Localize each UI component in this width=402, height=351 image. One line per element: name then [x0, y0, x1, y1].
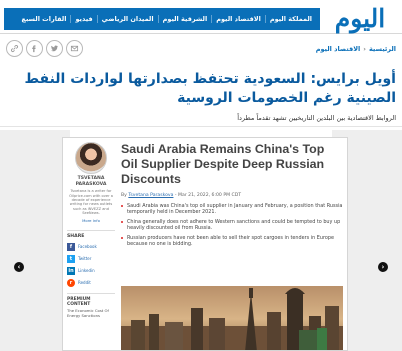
breadcrumb-economy[interactable]: الاقتصاد اليوم [316, 45, 361, 53]
twitter-square-icon: t [67, 254, 75, 263]
twitter-icon[interactable] [46, 40, 63, 57]
author-bio: Tsvetana is a writer for Oilprice.com wi… [69, 189, 113, 216]
article-subheadline: الروابط الاقتصادية بين البلدين التاريخيي… [237, 114, 396, 122]
premium-item: The Economic Cost Of Energy Sanctions [67, 308, 109, 319]
key-point: Saudi Arabia was China's top oil supplie… [121, 203, 343, 216]
premium-content-heading: PREMIUM CONTENT [67, 292, 115, 308]
nav-item-continents[interactable]: القارات السبع [18, 15, 71, 23]
logo-text: اليوم [334, 3, 387, 33]
site-logo[interactable]: اليوم [322, 3, 398, 33]
facebook-icon[interactable] [26, 40, 43, 57]
share-twitter-label: Twitter [78, 256, 92, 262]
share-facebook-label: Facebook [78, 244, 97, 250]
nav-item-economy[interactable]: الاقتصاد اليوم [211, 15, 265, 23]
article-screenshot-image: TSVETANA PARASKOVA Tsvetana is a writer … [62, 137, 348, 351]
meta-author: Tsvetana Paraskova [128, 193, 174, 198]
share-facebook: f Facebook [67, 242, 115, 251]
meta-by: By [121, 193, 127, 198]
article-headline: أويل برايس: السعودية تحتفظ بصدارتها لوار… [24, 71, 397, 106]
reddit-icon: r [67, 278, 75, 287]
facebook-square-icon: f [67, 242, 75, 251]
carousel-left-backdrop [0, 130, 70, 351]
nav-item-kingdom[interactable]: المملكة اليوم [264, 15, 316, 23]
key-point: Russian producers have not been able to … [121, 235, 343, 248]
breadcrumb-separator-icon: ‹ [363, 45, 366, 53]
nav-item-eastern[interactable]: الشرقية اليوم [157, 15, 212, 23]
carousel-next-button[interactable]: › [378, 262, 388, 272]
embedded-article-title: Saudi Arabia Remains China's Top Oil Sup… [121, 142, 325, 186]
social-share-bar [6, 40, 83, 57]
main-nav: المملكة اليوم الاقتصاد اليوم الشرقية الي… [4, 8, 320, 30]
premium-title-line2: CONTENT [67, 302, 91, 308]
breadcrumb: الرئيسية ‹ الاقتصاد اليوم [316, 45, 396, 53]
skyline-photo [121, 286, 343, 350]
meta-date: - Mar 21, 2022, 6:00 PM CDT [174, 193, 242, 198]
author-avatar [75, 142, 107, 174]
author-sidebar: TSVETANA PARASKOVA Tsvetana is a writer … [67, 142, 115, 350]
author-last-name: PARASKOVA [75, 181, 107, 187]
nav-item-sports[interactable]: الميدان الرياضي [96, 15, 158, 23]
header-divider [0, 126, 402, 127]
site-header: المملكة اليوم الاقتصاد اليوم الشرقية الي… [0, 0, 402, 34]
share-linkedin: in Linkedin [67, 266, 115, 275]
share-reddit-label: Reddit [78, 280, 91, 286]
author-name: TSVETANA PARASKOVA [67, 176, 115, 187]
article-body: Saudi Arabia Remains China's Top Oil Sup… [121, 142, 343, 350]
share-heading: SHARE [67, 229, 115, 239]
email-icon[interactable] [66, 40, 83, 57]
key-points-list: Saudi Arabia was China's top oil supplie… [121, 203, 343, 247]
link-icon[interactable] [6, 40, 23, 57]
breadcrumb-home[interactable]: الرئيسية [369, 45, 396, 53]
author-more-link: More Info [82, 217, 100, 223]
nav-item-video[interactable]: فيديو [70, 15, 96, 23]
embedded-article-meta: By Tsvetana Paraskova - Mar 21, 2022, 6:… [121, 193, 343, 198]
share-linkedin-label: Linkedin [78, 268, 95, 274]
share-twitter: t Twitter [67, 254, 115, 263]
key-point: China generally does not adhere to Weste… [121, 219, 343, 232]
carousel-prev-button[interactable]: ‹ [14, 262, 24, 272]
share-reddit: r Reddit [67, 278, 115, 287]
linkedin-square-icon: in [67, 266, 75, 275]
